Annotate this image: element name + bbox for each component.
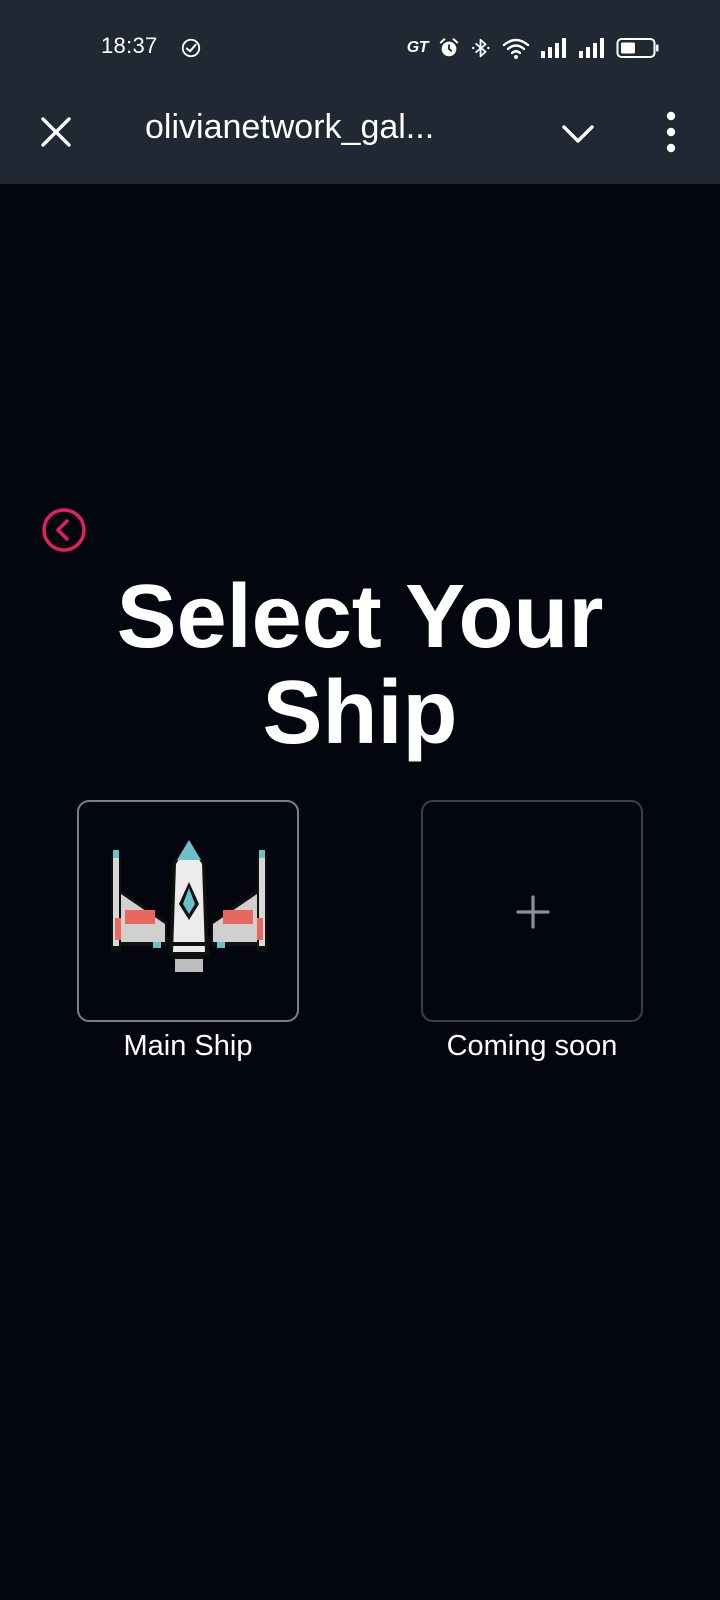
status-icons: GT (407, 34, 660, 62)
ship-label-coming-soon: Coming soon (446, 1030, 618, 1062)
wifi-icon (502, 38, 530, 59)
ship-card-coming-soon[interactable] (421, 800, 643, 1022)
status-time: 18:37 (101, 33, 158, 58)
ship-label-main: Main Ship (123, 1030, 253, 1062)
chevron-down-icon[interactable] (558, 114, 598, 154)
network-label: GT (406, 39, 429, 56)
bluetooth-icon (472, 38, 490, 58)
page-title: Select Your Ship (116, 567, 604, 763)
browser-app-bar: olivianetwork_gal... (0, 88, 720, 184)
status-bar: 18:37 GT (0, 0, 720, 88)
more-vert-icon[interactable] (655, 108, 687, 156)
back-arrow-icon[interactable] (40, 506, 88, 554)
check-circle-icon (181, 38, 201, 58)
plus-icon (516, 895, 550, 929)
page-url-title[interactable]: olivianetwork_gal... (145, 108, 434, 147)
close-icon[interactable] (36, 112, 76, 152)
game-canvas: Select Your Ship Main Ship Coming soon (0, 184, 720, 1600)
battery-icon (616, 38, 659, 58)
alarm-icon (439, 38, 459, 57)
ship-card-main[interactable] (77, 800, 299, 1022)
spaceship-icon (111, 840, 267, 972)
signal-icon (579, 38, 604, 58)
signal-icon (541, 38, 566, 58)
